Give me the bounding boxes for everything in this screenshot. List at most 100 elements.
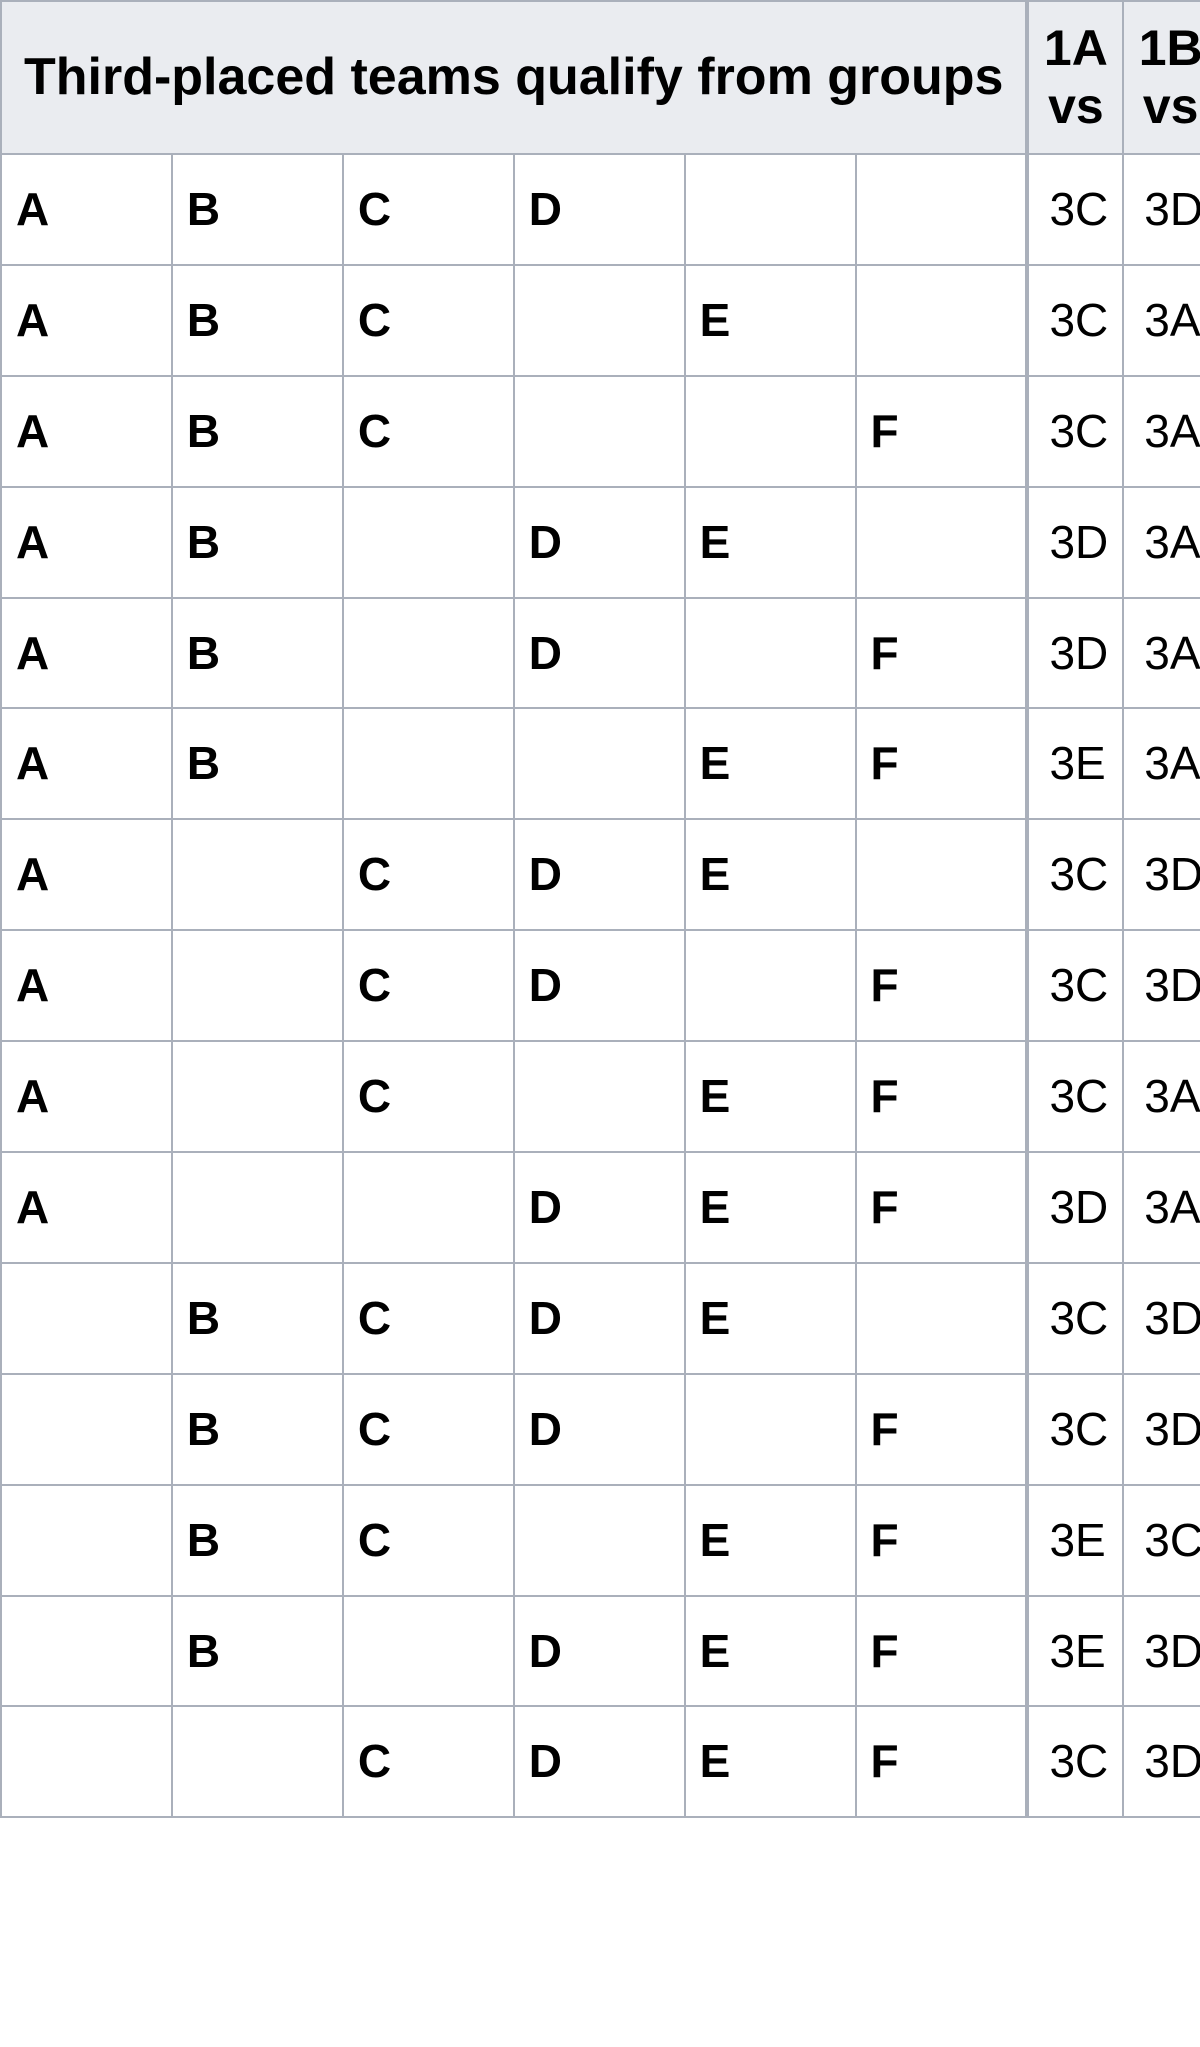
vs-cell: 3D bbox=[1028, 1152, 1123, 1263]
vs-cell: 3C bbox=[1028, 1263, 1123, 1374]
group-cell: D bbox=[514, 598, 685, 709]
vs-cell: 3E bbox=[1028, 1485, 1123, 1596]
vs-header-1a: 1A vs bbox=[1028, 1, 1123, 154]
group-cell: E bbox=[685, 1041, 856, 1152]
group-cell: F bbox=[856, 1374, 1027, 1485]
group-cell: C bbox=[343, 1706, 514, 1817]
group-cell: B bbox=[172, 598, 343, 709]
group-cell: A bbox=[1, 154, 172, 265]
group-cell: A bbox=[1, 1152, 172, 1263]
vs-header-bot: vs bbox=[1037, 78, 1114, 136]
vs-cell: 3D bbox=[1123, 1374, 1200, 1485]
group-cell bbox=[172, 1152, 343, 1263]
vs-header-top: 1A bbox=[1037, 20, 1114, 78]
group-cell: E bbox=[685, 819, 856, 930]
group-cell: A bbox=[1, 265, 172, 376]
group-cell: B bbox=[172, 708, 343, 819]
vs-cell: 3E bbox=[1028, 1596, 1123, 1707]
group-cell bbox=[343, 708, 514, 819]
group-cell bbox=[685, 154, 856, 265]
group-cell bbox=[514, 376, 685, 487]
group-cell: C bbox=[343, 1374, 514, 1485]
group-cell: D bbox=[514, 819, 685, 930]
vs-cell: 3D bbox=[1028, 598, 1123, 709]
group-cell: B bbox=[172, 265, 343, 376]
group-cell: D bbox=[514, 930, 685, 1041]
group-cell: A bbox=[1, 819, 172, 930]
group-cell: C bbox=[343, 1041, 514, 1152]
group-cell: F bbox=[856, 708, 1027, 819]
vs-cell: 3C bbox=[1028, 154, 1123, 265]
vs-cell: 3A bbox=[1123, 708, 1200, 819]
table-row: ABDF3D3A3B3F bbox=[1, 598, 1200, 709]
group-cell: D bbox=[514, 154, 685, 265]
group-cell: E bbox=[685, 1485, 856, 1596]
group-cell: B bbox=[172, 1263, 343, 1374]
vs-cell: 3D bbox=[1123, 819, 1200, 930]
vs-cell: 3A bbox=[1123, 376, 1200, 487]
group-cell bbox=[685, 376, 856, 487]
vs-cell: 3D bbox=[1123, 930, 1200, 1041]
vs-header-bot: vs bbox=[1132, 78, 1200, 136]
group-cell: A bbox=[1, 376, 172, 487]
group-cell: C bbox=[343, 1263, 514, 1374]
group-cell: C bbox=[343, 1485, 514, 1596]
group-cell bbox=[514, 708, 685, 819]
group-cell bbox=[1, 1263, 172, 1374]
table-row: ACDF3C3D3A3F bbox=[1, 930, 1200, 1041]
group-cell: F bbox=[856, 1152, 1027, 1263]
group-cell: B bbox=[172, 376, 343, 487]
group-cell: A bbox=[1, 1041, 172, 1152]
table-row: ABCF3C3A3B3F bbox=[1, 376, 1200, 487]
vs-header-1b: 1B vs bbox=[1123, 1, 1200, 154]
table-row: ABEF3E3A3B3F bbox=[1, 708, 1200, 819]
group-cell bbox=[1, 1485, 172, 1596]
group-cell bbox=[856, 819, 1027, 930]
group-cell bbox=[172, 1706, 343, 1817]
group-cell bbox=[856, 487, 1027, 598]
group-cell: E bbox=[685, 1263, 856, 1374]
group-cell bbox=[1, 1596, 172, 1707]
vs-cell: 3A bbox=[1123, 487, 1200, 598]
group-cell bbox=[514, 1041, 685, 1152]
group-cell: F bbox=[856, 1485, 1027, 1596]
vs-cell: 3C bbox=[1028, 1706, 1123, 1817]
group-cell: D bbox=[514, 1152, 685, 1263]
vs-cell: 3D bbox=[1028, 487, 1123, 598]
group-cell: E bbox=[685, 487, 856, 598]
group-cell: F bbox=[856, 1706, 1027, 1817]
table-header-row: Third-placed teams qualify from groups 1… bbox=[1, 1, 1200, 154]
group-cell: B bbox=[172, 1596, 343, 1707]
group-cell: C bbox=[343, 376, 514, 487]
group-cell: D bbox=[514, 1263, 685, 1374]
vs-cell: 3C bbox=[1028, 265, 1123, 376]
table-row: BCDE3C3D3B3E bbox=[1, 1263, 1200, 1374]
table-row: ABDE3D3A3B3E bbox=[1, 487, 1200, 598]
group-cell bbox=[343, 1152, 514, 1263]
group-cell: F bbox=[856, 930, 1027, 1041]
vs-cell: 3D bbox=[1123, 154, 1200, 265]
group-cell: F bbox=[856, 376, 1027, 487]
group-cell bbox=[343, 487, 514, 598]
table-row: ABCD3C3D3A3B bbox=[1, 154, 1200, 265]
vs-header-top: 1B bbox=[1132, 20, 1200, 78]
vs-cell: 3A bbox=[1123, 1041, 1200, 1152]
group-cell: D bbox=[514, 487, 685, 598]
group-cell bbox=[514, 1485, 685, 1596]
table-row: ABCE3C3A3B3E bbox=[1, 265, 1200, 376]
group-cell: B bbox=[172, 1485, 343, 1596]
qualify-header: Third-placed teams qualify from groups bbox=[1, 1, 1026, 154]
group-cell: F bbox=[856, 1596, 1027, 1707]
vs-cell: 3A bbox=[1123, 598, 1200, 709]
group-cell bbox=[856, 154, 1027, 265]
vs-cell: 3E bbox=[1028, 708, 1123, 819]
table-row: BCDF3C3D3B3F bbox=[1, 1374, 1200, 1485]
group-cell: B bbox=[172, 487, 343, 598]
table-row: BDEF3E3D3B3F bbox=[1, 1596, 1200, 1707]
group-cell: F bbox=[856, 1041, 1027, 1152]
group-cell bbox=[1, 1706, 172, 1817]
group-cell bbox=[856, 1263, 1027, 1374]
vs-cell: 3A bbox=[1123, 1152, 1200, 1263]
group-cell: C bbox=[343, 930, 514, 1041]
group-cell bbox=[172, 819, 343, 930]
